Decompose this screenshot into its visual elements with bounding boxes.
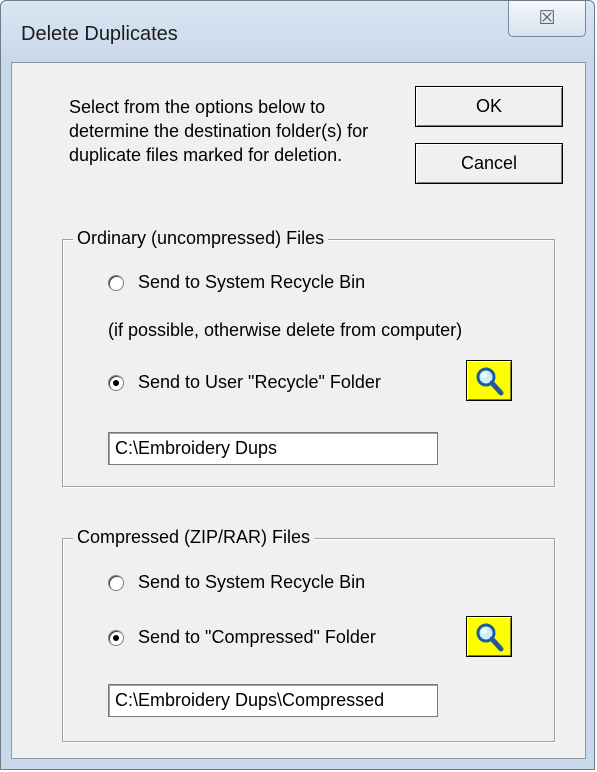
ordinary-user-folder-option[interactable]: Send to User "Recycle" Folder	[108, 372, 381, 393]
ordinary-folder-path-input[interactable]: C:\Embroidery Dups	[108, 432, 438, 465]
magnifier-icon	[476, 623, 504, 651]
ordinary-system-recycle-label: Send to System Recycle Bin	[138, 272, 366, 292]
window-title: Delete Duplicates	[21, 23, 178, 45]
ordinary-recycle-note: (if possible, otherwise delete from comp…	[108, 320, 463, 340]
title-bar[interactable]: Delete Duplicates ☒	[1, 1, 594, 63]
magnifier-icon	[476, 367, 504, 395]
ordinary-system-recycle-option[interactable]: Send to System Recycle Bin	[108, 272, 365, 293]
ordinary-files-legend: Ordinary (uncompressed) Files	[73, 228, 329, 249]
cancel-button-label: Cancel	[460, 153, 518, 173]
compressed-files-legend: Compressed (ZIP/RAR) Files	[73, 527, 315, 548]
compressed-folder-path-input[interactable]: C:\Embroidery Dups\Compressed	[108, 684, 438, 717]
ordinary-files-group: Ordinary (uncompressed) Files Send to Sy…	[62, 228, 555, 487]
compressed-system-recycle-label: Send to System Recycle Bin	[138, 572, 366, 592]
cancel-button[interactable]: Cancel	[415, 143, 563, 184]
close-icon: ☒	[538, 8, 556, 29]
ordinary-user-folder-radio[interactable]	[108, 374, 124, 391]
dialog-window: Delete Duplicates ☒ Select from the opti…	[0, 0, 595, 770]
compressed-browse-button[interactable]	[466, 616, 512, 657]
compressed-system-recycle-radio[interactable]	[108, 574, 124, 591]
dialog-client-area: Select from the options below to determi…	[11, 62, 586, 759]
ordinary-browse-button[interactable]	[466, 360, 512, 401]
compressed-system-recycle-option[interactable]: Send to System Recycle Bin	[108, 572, 365, 593]
compressed-folder-label: Send to "Compressed" Folder	[138, 627, 376, 647]
ok-button-label: OK	[475, 96, 502, 116]
compressed-folder-radio[interactable]	[108, 629, 124, 646]
compressed-folder-option[interactable]: Send to "Compressed" Folder	[108, 627, 376, 648]
ordinary-system-recycle-radio[interactable]	[108, 274, 124, 291]
close-button[interactable]: ☒	[508, 1, 586, 37]
compressed-files-group: Compressed (ZIP/RAR) Files Send to Syste…	[62, 527, 555, 742]
ordinary-user-folder-label: Send to User "Recycle" Folder	[138, 372, 381, 392]
ok-button[interactable]: OK	[415, 86, 563, 127]
instructions-text: Select from the options below to determi…	[69, 97, 369, 165]
